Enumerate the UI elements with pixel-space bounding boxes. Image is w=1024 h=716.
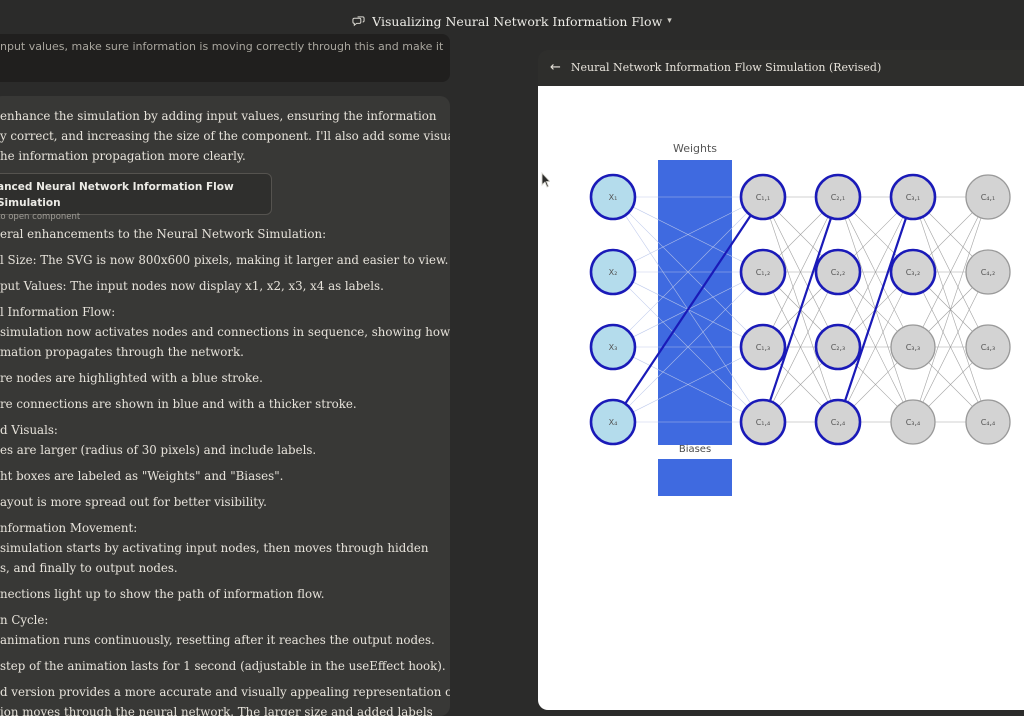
neuron-label: C₁,₄ xyxy=(756,418,771,427)
weights-box xyxy=(658,160,732,445)
user-message-text: nput values, make sure information is mo… xyxy=(0,40,444,53)
message-line: put Values: The input nodes now display … xyxy=(0,279,384,293)
message-line: l Information Flow: xyxy=(0,305,116,319)
mouse-cursor-icon xyxy=(541,172,550,188)
assistant-message: enhance the simulation by adding input v… xyxy=(0,96,450,716)
intro-line: he information propagation more clearly. xyxy=(0,149,246,163)
message-line: es are larger (radius of 30 pixels) and … xyxy=(0,443,317,457)
neuron-label: C₁,₃ xyxy=(756,343,771,352)
artifact-card-subtitle: to open component xyxy=(0,212,81,222)
artifact-preview[interactable]: Weights Biases X₁ X₂ X₃ X₄ C₁,₁ C₁,₂ C₁,₃ C₁,₄ C₂,… xyxy=(538,86,1024,710)
message-line: l Size: The SVG is now 800x600 pixels, m… xyxy=(0,253,449,267)
message-line: simulation starts by activating input no… xyxy=(0,541,429,555)
message-line: simulation now activates nodes and conne… xyxy=(0,325,450,339)
message-line: step of the animation lasts for 1 second… xyxy=(0,659,446,673)
neuron-label: C₂,₂ xyxy=(831,268,846,277)
biases-label: Biases xyxy=(679,444,711,455)
weights-label: Weights xyxy=(673,142,717,155)
neuron-label: C₃,₃ xyxy=(906,343,921,352)
intro-line: enhance the simulation by adding input v… xyxy=(0,109,437,123)
neural-network-diagram: Weights Biases X₁ X₂ X₃ X₄ C₁,₁ C₁,₂ C₁,₃ C₁,₄ C₂,… xyxy=(589,142,1011,496)
message-line: n Cycle: xyxy=(0,613,49,627)
message-line: mation propagates through the network. xyxy=(0,345,244,359)
message-line: eral enhancements to the Neural Network … xyxy=(0,227,327,241)
biases-box xyxy=(658,459,732,496)
artifact-title: Neural Network Information Flow Simulati… xyxy=(570,60,882,74)
message-line: ht boxes are labeled as "Weights" and "B… xyxy=(0,469,284,483)
neuron-label: X₄ xyxy=(609,418,618,427)
artifact-card-title[interactable]: anced Neural Network Information Flow Si… xyxy=(0,179,271,211)
message-line: nformation Movement: xyxy=(0,521,138,535)
neuron-label: X₂ xyxy=(609,268,618,277)
neuron-label: X₃ xyxy=(609,343,618,352)
message-line: animation runs continuously, resetting a… xyxy=(0,633,435,647)
message-line: d version provides a more accurate and v… xyxy=(0,685,450,699)
neuron-label: C₂,₄ xyxy=(831,418,846,427)
artifact-card[interactable]: anced Neural Network Information Flow Si… xyxy=(0,173,272,222)
message-line: nections light up to show the path of in… xyxy=(0,587,325,601)
message-line: ion moves through the neural network. Th… xyxy=(0,705,433,716)
message-line: d Visuals: xyxy=(0,423,58,437)
neuron-label: C₄,₃ xyxy=(981,343,996,352)
neuron-label: C₃,₂ xyxy=(906,268,921,277)
message-line: ayout is more spread out for better visi… xyxy=(0,495,267,509)
artifact-panel: ← Neural Network Information Flow Simula… xyxy=(538,50,1024,710)
neuron-label: C₁,₂ xyxy=(756,268,771,277)
neuron-label: C₄,₁ xyxy=(981,193,996,202)
chat-bubbles-icon xyxy=(352,15,365,26)
neuron-label: C₃,₁ xyxy=(906,193,921,202)
neuron-label: C₁,₁ xyxy=(756,193,771,202)
neuron-label: C₂,₃ xyxy=(831,343,846,352)
user-message: nput values, make sure information is mo… xyxy=(0,34,450,82)
intro-line: y correct, and increasing the size of th… xyxy=(0,129,450,143)
message-line: s, and finally to output nodes. xyxy=(0,561,178,575)
neuron-label: C₄,₂ xyxy=(981,268,996,277)
neuron-label: C₃,₄ xyxy=(906,418,921,427)
neuron-label: X₁ xyxy=(609,193,618,202)
arrow-left-icon[interactable]: ← xyxy=(550,60,561,75)
message-line: re connections are shown in blue and wit… xyxy=(0,397,357,411)
artifact-header: ← Neural Network Information Flow Simula… xyxy=(538,50,1024,84)
conversation-title[interactable]: Visualizing Neural Network Information F… xyxy=(372,14,662,29)
neuron-label: C₄,₄ xyxy=(981,418,996,427)
neuron-label: C₂,₁ xyxy=(831,193,846,202)
message-line: re nodes are highlighted with a blue str… xyxy=(0,371,263,385)
chevron-down-icon[interactable]: ▾ xyxy=(667,16,672,26)
